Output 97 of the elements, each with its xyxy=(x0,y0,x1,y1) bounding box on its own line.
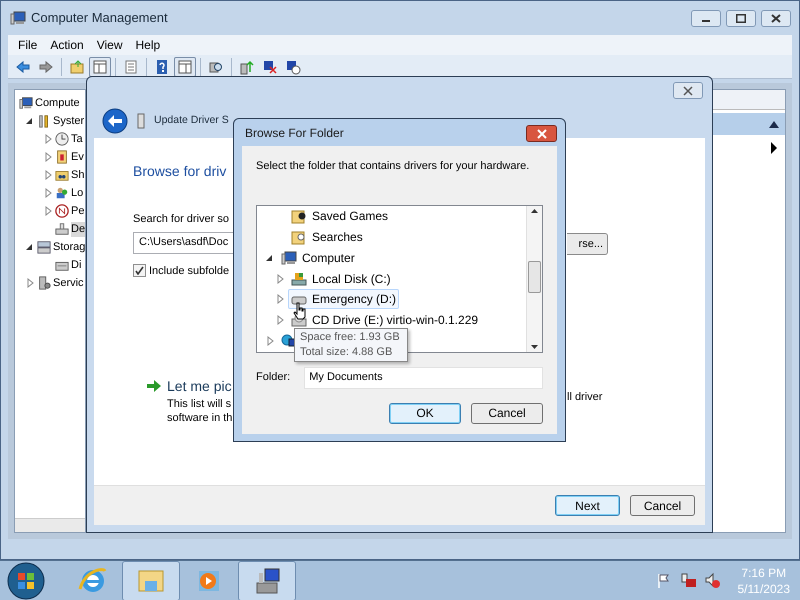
start-button[interactable] xyxy=(6,562,46,600)
dialog-button[interactable]: Cancel xyxy=(471,402,543,424)
tree-item[interactable]: Lo xyxy=(71,186,84,200)
collapsed-arrow-icon[interactable] xyxy=(43,134,53,144)
computer-icon xyxy=(19,96,33,110)
window-title: Computer Management xyxy=(31,9,168,28)
expanded-arrow-icon[interactable] xyxy=(265,252,275,263)
browse-button[interactable]: rse... xyxy=(567,233,608,255)
back-button[interactable] xyxy=(102,108,128,134)
tools-icon xyxy=(37,114,51,128)
vertical-scrollbar[interactable] xyxy=(526,206,542,352)
expanded-arrow-icon[interactable] xyxy=(25,116,35,126)
minimize-icon xyxy=(702,20,710,22)
shared-folder-icon xyxy=(55,168,69,182)
folder-tree-item[interactable]: Emergency (D:) xyxy=(288,289,400,310)
checkbox[interactable] xyxy=(133,264,146,278)
tree-item[interactable]: Syster xyxy=(53,114,84,128)
tree-item[interactable]: Pe xyxy=(71,204,84,218)
search-folder-icon xyxy=(291,228,307,245)
close-icon xyxy=(536,128,548,138)
dialog-button[interactable]: OK xyxy=(389,402,461,424)
actions-header[interactable] xyxy=(711,113,785,135)
menu-item[interactable]: Action xyxy=(44,36,90,54)
collapsed-arrow-icon[interactable] xyxy=(43,152,53,162)
tooltip-text: Space free: 1.93 GB xyxy=(300,330,401,345)
collapsed-arrow-icon[interactable] xyxy=(265,336,275,346)
folder-tree-item[interactable]: Searches xyxy=(288,226,366,247)
option-title[interactable]: Let me pic xyxy=(167,376,232,397)
close-button[interactable] xyxy=(673,82,703,99)
close-icon xyxy=(771,14,781,22)
folder-label: Folder: xyxy=(256,370,290,386)
arrow-icon xyxy=(147,380,161,392)
close-button[interactable] xyxy=(526,125,557,142)
tree-item[interactable]: Servic xyxy=(53,276,84,290)
app-icon xyxy=(10,10,26,26)
checkbox-label: Include subfolde xyxy=(149,264,230,278)
wizard-title: Update Driver S xyxy=(154,113,229,128)
search-label: Search for driver so xyxy=(133,212,229,227)
maximize-icon xyxy=(736,14,746,22)
device-icon xyxy=(136,113,146,129)
collapsed-arrow-icon[interactable] xyxy=(43,206,53,216)
collapse-arrow-icon[interactable] xyxy=(769,120,779,128)
folder-tree-item[interactable]: Computer xyxy=(278,248,358,268)
collapsed-arrow-icon[interactable] xyxy=(275,294,285,304)
dialog-prompt: Select the folder that contains drivers for your hardware. xyxy=(256,159,530,174)
submenu-arrow-icon[interactable] xyxy=(771,142,777,154)
folder-tree-item[interactable]: Saved Games xyxy=(288,206,392,226)
event-log-icon xyxy=(55,150,69,164)
dialog-button[interactable]: Next xyxy=(555,495,620,516)
users-icon xyxy=(55,186,69,200)
scroll-up-arrow-icon[interactable] xyxy=(531,208,538,212)
folder-tree-item[interactable]: Local Disk (C:) xyxy=(288,268,394,288)
close-button[interactable] xyxy=(761,10,791,26)
dialog-title: Browse For Folder xyxy=(245,124,344,142)
menu-item[interactable]: File xyxy=(12,36,44,54)
option-description: ll driver xyxy=(567,390,602,405)
menu-item[interactable]: Help xyxy=(130,36,166,54)
expanded-arrow-icon[interactable] xyxy=(25,242,35,252)
collapsed-arrow-icon[interactable] xyxy=(43,188,53,198)
tree-item[interactable]: Di xyxy=(71,258,82,272)
pane-icon[interactable] xyxy=(174,56,196,76)
hand-cursor-icon xyxy=(293,302,307,320)
close-icon xyxy=(682,86,694,96)
wizard-heading: Browse for driv xyxy=(133,162,226,181)
collapsed-arrow-icon[interactable] xyxy=(25,278,35,288)
clock-icon xyxy=(55,132,69,146)
collapsed-arrow-icon[interactable] xyxy=(275,274,285,284)
scrollbar-thumb[interactable] xyxy=(528,260,541,292)
tree-item[interactable]: Ev xyxy=(71,150,84,164)
tooltip-text: Total size: 4.88 GB xyxy=(300,345,394,360)
collapsed-arrow-icon[interactable] xyxy=(43,170,53,180)
hard-drive-icon xyxy=(291,270,307,286)
computer-icon xyxy=(281,250,297,266)
folder-icon xyxy=(291,208,307,224)
option-description: software in th xyxy=(167,411,232,425)
device-icon xyxy=(55,222,69,236)
tree-item[interactable]: De xyxy=(71,222,86,236)
services-icon xyxy=(37,276,51,290)
pane-icon[interactable] xyxy=(89,56,111,76)
minimize-button[interactable] xyxy=(691,10,721,26)
no-entry-icon xyxy=(55,204,69,218)
speaker-muted-icon[interactable] xyxy=(704,572,722,590)
computer-management-icon[interactable] xyxy=(238,560,296,600)
tree-item[interactable]: Storag xyxy=(53,240,86,254)
dialog-button[interactable]: Cancel xyxy=(630,495,695,516)
tree-item[interactable]: Ta xyxy=(71,132,83,146)
tree-item[interactable]: Compute xyxy=(35,96,80,110)
network-error-icon[interactable] xyxy=(680,572,698,590)
scroll-down-arrow-icon[interactable] xyxy=(531,344,538,348)
tree-item[interactable]: Sh xyxy=(71,168,84,182)
menu-item[interactable]: View xyxy=(90,36,128,54)
horizontal-scrollbar[interactable] xyxy=(15,518,85,532)
option-description: This list will s xyxy=(167,397,232,411)
folder-field[interactable]: My Documents xyxy=(304,366,543,388)
maximize-button[interactable] xyxy=(726,10,756,26)
storage-icon xyxy=(37,240,51,254)
collapsed-arrow-icon[interactable] xyxy=(275,315,285,326)
